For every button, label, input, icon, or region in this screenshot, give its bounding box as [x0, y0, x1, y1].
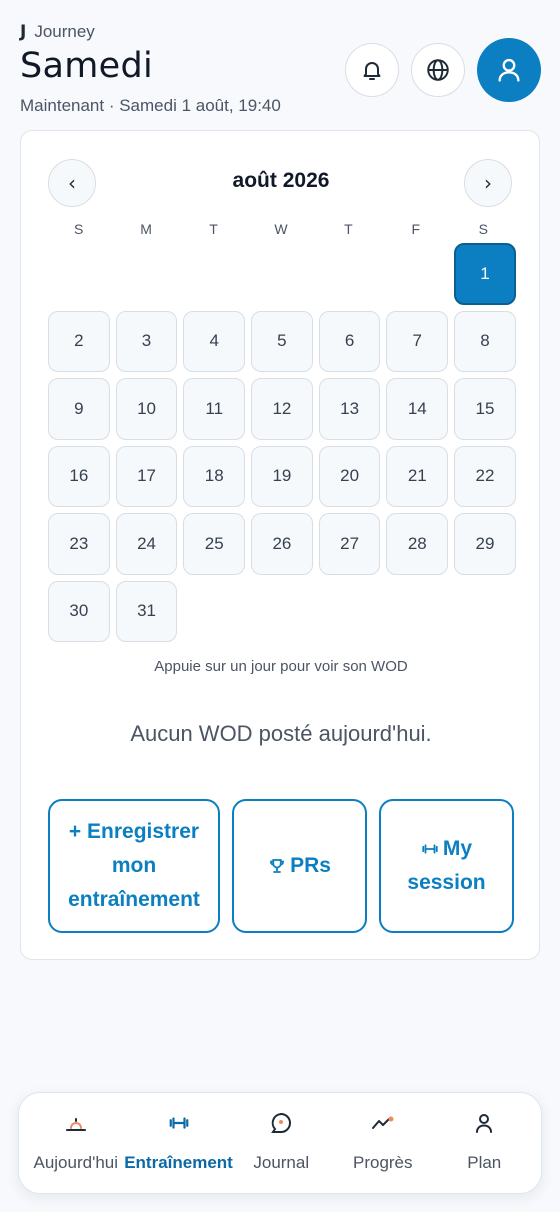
- calendar-day[interactable]: 19: [251, 445, 313, 507]
- calendar-day[interactable]: 31: [115, 580, 178, 642]
- calendar-day[interactable]: 14: [386, 378, 449, 440]
- month-title: août 2026: [232, 169, 330, 192]
- nav-item-training[interactable]: Entraînement: [124, 1093, 233, 1193]
- calendar-empty-cell: [251, 243, 313, 305]
- profile-avatar-button[interactable]: [477, 38, 541, 102]
- nav-item-plan[interactable]: Plan: [434, 1093, 536, 1193]
- calendar-day[interactable]: 11: [183, 378, 246, 440]
- weekday-label: F: [411, 221, 421, 237]
- trend-icon: [371, 1116, 394, 1129]
- notifications-button[interactable]: [345, 43, 399, 97]
- app-logo: J: [20, 22, 27, 42]
- calendar-day[interactable]: 2: [48, 310, 110, 372]
- calendar-hint: Appuie sur un jour pour voir son WOD: [154, 658, 408, 675]
- calendar-day[interactable]: 26: [251, 513, 313, 575]
- language-button[interactable]: [411, 43, 465, 97]
- calendar-day[interactable]: 27: [318, 513, 381, 575]
- calendar-day[interactable]: 13: [318, 378, 381, 440]
- calendar-day[interactable]: 28: [386, 513, 449, 575]
- bottom-navigation: Aujourd'hui Entraînement Journal Progrès: [18, 1092, 542, 1194]
- calendar-day[interactable]: 25: [183, 513, 246, 575]
- calendar-day[interactable]: 18: [183, 445, 246, 507]
- calendar-day[interactable]: 20: [318, 445, 381, 507]
- nav-label: Progrès: [352, 1153, 413, 1172]
- prs-button[interactable]: PRs: [232, 799, 367, 933]
- calendar-day[interactable]: 6: [318, 310, 381, 372]
- calendar-day[interactable]: 12: [251, 378, 313, 440]
- weekday-label: T: [344, 221, 353, 237]
- calendar-empty-cell: [48, 243, 110, 305]
- calendar-day[interactable]: 9: [48, 378, 110, 440]
- calendar-empty-cell: [116, 243, 178, 305]
- calendar-card: ‹ août 2026 › SMTWTFS 1 2 3 4 5 6 7 8 9 10 11 12 13 1…: [20, 130, 540, 960]
- next-month-button[interactable]: ›: [464, 159, 512, 207]
- weekday-label: S: [478, 221, 488, 237]
- user-icon: [498, 58, 520, 82]
- weekday-label: W: [274, 221, 288, 237]
- weekday-label: S: [74, 221, 84, 237]
- page-title: Samedi: [20, 46, 154, 86]
- weekday-header: SMTWTFS: [48, 221, 514, 237]
- calendar-day[interactable]: 3: [115, 310, 178, 372]
- nav-label: Entraînement: [124, 1153, 233, 1172]
- calendar-day[interactable]: 30: [48, 580, 110, 642]
- calendar-empty-cell: [183, 243, 245, 305]
- calendar-day[interactable]: 15: [454, 378, 516, 440]
- nav-label: Aujourd'hui: [33, 1153, 119, 1172]
- calendar-day[interactable]: 5: [251, 310, 313, 372]
- calendar-day[interactable]: 24: [115, 513, 178, 575]
- nav-item-progress[interactable]: Progrès: [332, 1093, 434, 1193]
- calendar-grid: 1 2 3 4 5 6 7 8 9 10 11 12 13 14 15 16 17 18 19 20 21 22 23 24 2…: [48, 243, 516, 642]
- user-icon: [476, 1114, 493, 1133]
- weekday-label: T: [209, 221, 218, 237]
- calendar-day[interactable]: 21: [386, 445, 449, 507]
- app-brand: J Journey: [20, 22, 95, 42]
- app-name: Journey: [34, 22, 95, 41]
- calendar-day[interactable]: 7: [386, 310, 449, 372]
- calendar-day[interactable]: 29: [454, 513, 516, 575]
- my-session-button[interactable]: My session: [379, 799, 514, 933]
- calendar-day-selected[interactable]: 1: [454, 243, 516, 305]
- wod-empty-message: Aucun WOD posté aujourd'hui.: [130, 721, 432, 746]
- current-datetime: Maintenant · Samedi 1 août, 19:40: [20, 96, 281, 115]
- nav-label: Plan: [467, 1153, 502, 1172]
- nav-label: Journal: [253, 1153, 310, 1172]
- calendar-empty-cell: [319, 243, 381, 305]
- calendar-day[interactable]: 23: [48, 513, 110, 575]
- trophy-icon: [270, 859, 284, 874]
- calendar-day[interactable]: 16: [48, 445, 110, 507]
- my-session-label: My session: [407, 837, 486, 894]
- chat-bubble-icon: [271, 1112, 292, 1133]
- calendar-day[interactable]: 10: [115, 378, 178, 440]
- log-workout-label: + Enregistrer mon entraînement: [68, 820, 200, 911]
- nav-item-today[interactable]: Aujourd'hui: [25, 1093, 127, 1193]
- prs-label: PRs: [290, 854, 331, 877]
- header: J Journey Samedi Maintenant · Samedi 1 a…: [20, 18, 541, 118]
- calendar-day[interactable]: 4: [183, 310, 246, 372]
- globe-icon: [427, 59, 449, 81]
- calendar-day[interactable]: 8: [454, 310, 516, 372]
- calendar-empty-cell: [386, 243, 448, 305]
- dumbbell-icon: [169, 1117, 188, 1129]
- log-workout-button[interactable]: + Enregistrer mon entraînement: [48, 799, 220, 933]
- dumbbell-icon: [422, 844, 438, 855]
- calendar-day[interactable]: 17: [115, 445, 178, 507]
- bell-icon: [363, 62, 381, 80]
- sunrise-icon: [65, 1118, 86, 1131]
- nav-item-journal[interactable]: Journal: [231, 1093, 333, 1193]
- calendar-day[interactable]: 22: [454, 445, 516, 507]
- weekday-label: M: [140, 221, 152, 237]
